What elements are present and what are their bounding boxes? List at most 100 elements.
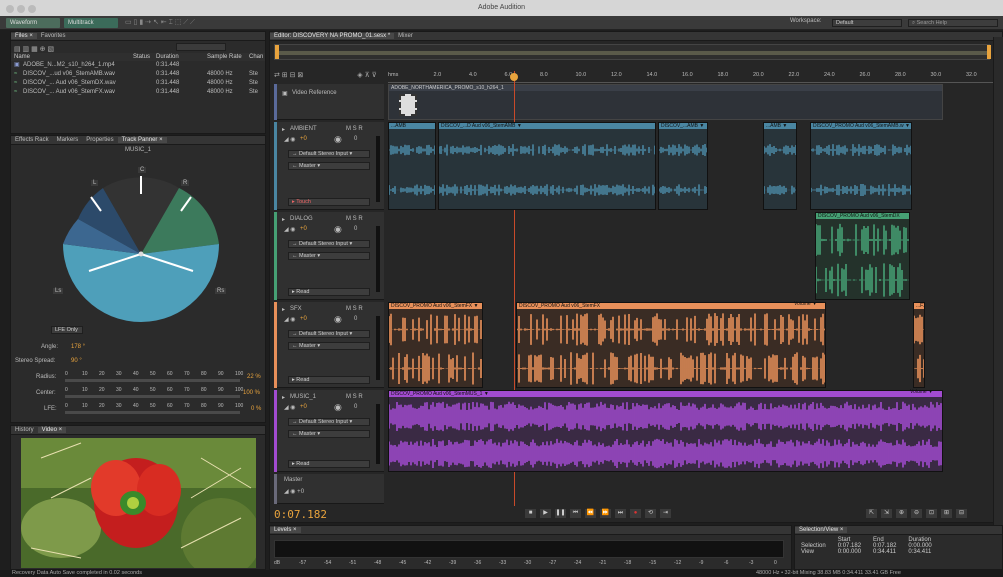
tab-properties[interactable]: Properties [82, 137, 117, 143]
track-name[interactable]: MUSIC_1 [290, 394, 316, 400]
automation-mode-select[interactable]: ▸ Read [288, 288, 370, 296]
audio-clip[interactable]: DISCOV_...D Aud v06_StemAMB ▼ [438, 122, 656, 210]
zoom-in-amplitude-icon[interactable]: ⇱ [866, 509, 877, 518]
tab-history[interactable]: History [11, 427, 38, 433]
track-expand-icon[interactable]: ▸ [282, 126, 285, 133]
waveform-button[interactable]: Waveform [6, 18, 60, 28]
track-volume[interactable]: +0 [300, 404, 307, 410]
automation-mode-select[interactable]: ▸ Touch [288, 198, 370, 206]
track-volume[interactable]: +0 [300, 226, 307, 232]
track-output-select[interactable]: ← Master ▾ [288, 342, 370, 350]
video-track-header[interactable]: ▣ Video Reference [274, 84, 384, 120]
multitrack-button[interactable]: Multitrack [64, 18, 118, 28]
fast-forward-button[interactable]: ⏩ [600, 509, 611, 518]
track-input-select[interactable]: → Default Stereo Input ▾ [288, 418, 370, 426]
track-view-tools[interactable]: ⇄ ⊞ ⊟ ⊠ ◈ ⊼ ⊽ [274, 71, 384, 81]
slider-track[interactable] [65, 379, 240, 382]
stereo-spread-value[interactable]: 90 ° [71, 358, 82, 364]
view-start[interactable]: 0:00.000 [832, 549, 867, 555]
center-value[interactable]: 100 % [243, 390, 260, 396]
pan-knob-icon[interactable]: ◉ [334, 134, 342, 145]
track-pan[interactable]: 0 [354, 404, 357, 410]
playhead-handle[interactable] [510, 73, 518, 81]
play-button[interactable]: ▶ [540, 509, 551, 518]
tab-video[interactable]: Video × [37, 427, 67, 433]
tab-selection-view[interactable]: Selection/View × [795, 527, 848, 533]
go-start-button[interactable]: ⏮ [570, 509, 581, 518]
tool-icons[interactable]: ▭ ▯ ▮ ⇢ ↖ ⇤ ⌶ ⬚ ⟋ ⟋ [125, 18, 425, 28]
zoom-out-time-icon[interactable]: ⊖ [911, 509, 922, 518]
zoom-full-icon[interactable]: ⊡ [926, 509, 937, 518]
lfe-value[interactable]: 0 % [251, 406, 261, 412]
pan-knob-icon[interactable]: ◉ [334, 224, 342, 235]
tab-files[interactable]: Files × [11, 33, 37, 39]
surround-panner-graph[interactable] [51, 164, 231, 334]
automation-mode-select[interactable]: ▸ Read [288, 376, 370, 384]
tab-markers[interactable]: Markers [53, 137, 83, 143]
file-row[interactable]: ≈ DISCOV_... Aud v06_StemFX.wav 0:31.448 48… [11, 88, 265, 97]
audio-clip[interactable]: DISCOV_...AMB ▼ [658, 122, 708, 210]
video-clip[interactable]: ADOBE_NORTHAMERICA_PROMO_s10_h264_1 [388, 84, 943, 120]
track-pan[interactable]: 0 [354, 226, 357, 232]
track-header-dialog[interactable]: ▸ DIALOG M S R ◢ ◉ +0 ◉ 0 → Default Ster… [274, 212, 384, 300]
audio-clip[interactable]: DISCOV_PROMO Aud v06_StemAMB.w ▼ [810, 122, 912, 210]
col-sample-rate[interactable]: Sample Rate [207, 53, 242, 61]
track-output-select[interactable]: ← Master ▾ [288, 252, 370, 260]
zoom-in-time-icon[interactable]: ⊕ [896, 509, 907, 518]
automation-mode-select[interactable]: ▸ Read [288, 460, 370, 468]
workspace-select[interactable]: Default [832, 19, 902, 27]
tab-favorites[interactable]: Favorites [37, 33, 70, 39]
pan-knob-icon[interactable]: ◉ [334, 402, 342, 413]
col-name[interactable]: Name [14, 53, 30, 61]
view-duration[interactable]: 0:34.411 [902, 549, 937, 555]
record-button[interactable]: ● [630, 509, 641, 518]
time-ruler[interactable]: hms 2.0 4.0 6.0 8.0 10.0 12.0 14.0 16.0 18.0 20.0 2… [388, 71, 1003, 83]
audio-clip[interactable]: DISCOV_PROMO Aud v06_StemMUS_1 ▼ [388, 390, 943, 472]
track-name[interactable]: DIALOG [290, 216, 313, 222]
mute-solo-record-buttons[interactable]: M S R [346, 126, 363, 132]
audio-clip[interactable]: DISCOV_PROMO Aud v06_StemFX ▼ [388, 302, 483, 388]
track-output-select[interactable]: ← Master ▾ [288, 430, 370, 438]
mute-solo-record-buttons[interactable]: M S R [346, 306, 363, 312]
tab-effects-rack[interactable]: Effects Rack [11, 137, 53, 143]
lfe-only-button[interactable]: LFE Only [51, 326, 83, 334]
tab-editor-session[interactable]: Editor: DISCOVERY NA PROMO_01.sesx * [270, 33, 395, 39]
radius-value[interactable]: 22 % [247, 374, 261, 380]
panner-sliders[interactable]: 0 10 20 30 40 50 60 70 80 90 100 0 10 20 30 40 50 60 70 80 9… [65, 371, 250, 416]
track-name[interactable]: SFX [290, 306, 302, 312]
master-track-header[interactable]: Master ◢ ◉ +0 [274, 474, 384, 504]
track-output-select[interactable]: ← Master ▾ [288, 162, 370, 170]
track-name[interactable]: AMBIENT [290, 126, 317, 132]
file-row[interactable]: ▣ ADOBE_N...M2_s10_h264_1.mp4 0:31.448 [11, 61, 265, 70]
files-toolbar[interactable]: ▤ ▥ ▦ ⊕ ▧ [11, 41, 265, 53]
track-input-select[interactable]: → Default Stereo Input ▾ [288, 330, 370, 338]
track-header-sfx[interactable]: ▸ SFX M S R ◢ ◉ +0 ◉ 0 → Default Stereo … [274, 302, 384, 388]
tab-mixer[interactable]: Mixer [394, 33, 417, 39]
track-volume[interactable]: +0 [300, 316, 307, 322]
track-input-select[interactable]: → Default Stereo Input ▾ [288, 150, 370, 158]
volume-knob-icon[interactable]: ◢ ◉ [284, 316, 296, 323]
slider-track[interactable] [65, 395, 240, 398]
mute-solo-record-buttons[interactable]: M S R [346, 216, 363, 222]
stop-button[interactable]: ■ [525, 509, 536, 518]
loop-button[interactable]: ⟲ [645, 509, 656, 518]
rewind-button[interactable]: ⏪ [585, 509, 596, 518]
master-volume-icon[interactable]: ◢ ◉ +0 [284, 488, 304, 495]
pause-button[interactable]: ❚❚ [555, 509, 566, 518]
track-input-select[interactable]: → Default Stereo Input ▾ [288, 240, 370, 248]
search-help-input[interactable]: ⌕ Search Help [908, 19, 998, 27]
track-pan[interactable]: 0 [354, 316, 357, 322]
track-expand-icon[interactable]: ▸ [282, 306, 285, 313]
volume-knob-icon[interactable]: ◢ ◉ [284, 404, 296, 411]
file-row[interactable]: ≈ DISCOV_... Aud v06_StemDX.wav 0:31.448 48… [11, 79, 265, 88]
go-end-button[interactable]: ⏭ [615, 509, 626, 518]
volume-knob-icon[interactable]: ◢ ◉ [284, 136, 296, 143]
audio-clip[interactable]: DISCOV_PROMO Aud v06_StemFX [516, 302, 826, 388]
angle-value[interactable]: 178 ° [71, 344, 85, 350]
zoom-selection-icon[interactable]: ⊞ [941, 509, 952, 518]
track-expand-icon[interactable]: ▸ [282, 394, 285, 401]
skip-button[interactable]: ⇥ [660, 509, 671, 518]
zoom-tracks-icon[interactable]: ⊟ [956, 509, 967, 518]
volume-knob-icon[interactable]: ◢ ◉ [284, 226, 296, 233]
audio-clip[interactable]: ...AMB [388, 122, 436, 210]
